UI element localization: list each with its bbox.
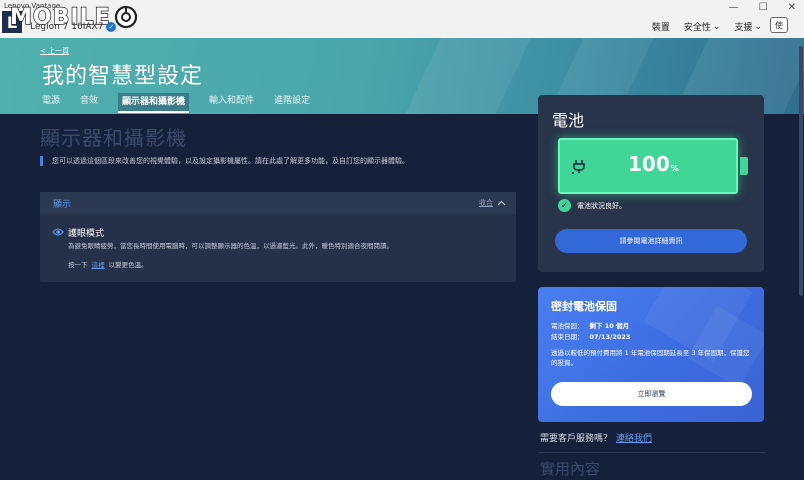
- nav-support[interactable]: 支援 ⌄: [734, 20, 762, 34]
- display-panel-header: 顯示 收合: [40, 192, 516, 214]
- contact-us-link[interactable]: 連絡我們: [616, 434, 652, 444]
- chevron-up-icon: [497, 200, 506, 206]
- top-nav: 裝置 安全性 ⌄ 支援 ⌄: [652, 20, 762, 34]
- eye-care-description: 為避免眼睛疲勞，當您長時間使用電腦時，可以調整顯示器的色溫，以過濾藍光。此外，暖…: [68, 242, 393, 250]
- nav-security[interactable]: 安全性 ⌄: [683, 20, 721, 34]
- title-bar: Lenovo Vantage L MOBILE Legion 7 16IAX7 …: [0, 0, 804, 38]
- useful-content-title: 實用內容: [540, 460, 601, 478]
- chevron-down-icon: ⌄: [754, 21, 762, 32]
- warranty-remaining: 電池保固： 剩下 10 個月: [551, 320, 629, 330]
- description-accent: [40, 156, 43, 166]
- warranty-value: 剩下 10 個月: [589, 322, 630, 330]
- panel-title: 顯示: [53, 199, 72, 210]
- nav-device[interactable]: 裝置: [652, 20, 670, 33]
- check-icon: ✓: [558, 199, 571, 212]
- tab-input-accessories[interactable]: 輸入和配件: [209, 93, 254, 113]
- nav-security-label: 安全性: [683, 23, 711, 33]
- battery-card: 電池 100 % ✓ 電池狀況良好。 請參閱電池詳細資訊: [538, 95, 764, 272]
- watermark-emblem-icon: [114, 5, 137, 29]
- tab-advanced[interactable]: 進階設定: [274, 93, 310, 113]
- scrollbar[interactable]: [799, 40, 803, 480]
- divider: [538, 452, 766, 453]
- page-title: 我的智慧型設定: [42, 64, 204, 89]
- warranty-card: 密封電池保固 電池保固： 剩下 10 個月 結束日期： 07/13/2023 透過以…: [538, 287, 764, 422]
- battery-percent-unit: %: [670, 164, 679, 173]
- eye-care-link-row: 按一下 這裡 以變更色溫。: [68, 259, 148, 269]
- plug-icon: [572, 160, 585, 174]
- window-controls: — ☐ ✕: [729, 2, 796, 13]
- section-description: 您可以透過這個區段來改善您的視覺體驗，以及設定攝影機屬性。請在此處了解更多功能，…: [52, 157, 409, 165]
- display-panel: 顯示 收合 護眼模式 為避免眼睛疲勞，當您長時間使用電腦時，可以調整顯示器的色溫…: [40, 192, 516, 282]
- device-name: Legion 7 16IAX7 ✓: [30, 22, 117, 32]
- battery-status: ✓ 電池狀況良好。: [558, 199, 626, 212]
- end-date-value: 07/13/2023: [589, 333, 631, 341]
- collapse-label: 收合: [479, 199, 493, 207]
- tab-bar: 電源 音效 顯示器和攝影機 輸入和配件 進階設定: [42, 93, 310, 113]
- eye-icon: [52, 228, 64, 236]
- battery-percentage: 100 %: [628, 152, 679, 176]
- support-question: 需要客戶服務嗎？: [540, 434, 613, 444]
- link-suffix: 以變更色溫。: [108, 261, 148, 269]
- end-date-label: 結束日期：: [551, 333, 584, 341]
- battery-status-text: 電池狀況良好。: [577, 201, 626, 210]
- user-avatar[interactable]: 使: [770, 17, 788, 33]
- scrollbar-thumb[interactable]: [799, 46, 803, 296]
- link-prefix: 按一下: [68, 261, 88, 269]
- tab-power[interactable]: 電源: [42, 93, 60, 113]
- nav-device-label: 裝置: [651, 23, 670, 33]
- nav-support-label: 支援: [734, 23, 753, 33]
- color-temperature-link[interactable]: 這裡: [92, 261, 105, 269]
- eye-care-title: 護眼模式: [68, 229, 105, 239]
- minimize-button[interactable]: —: [729, 2, 739, 13]
- battery-details-button[interactable]: 請參閱電池詳細資訊: [555, 229, 747, 253]
- hero-decoration: [389, 38, 541, 114]
- back-link[interactable]: < 上一頁: [40, 46, 69, 56]
- browse-now-button[interactable]: 立即瀏覽: [551, 382, 752, 406]
- maximize-button[interactable]: ☐: [759, 2, 768, 13]
- battery-title: 電池: [552, 111, 585, 130]
- verified-check-icon: ✓: [106, 22, 117, 32]
- battery-percent-value: 100: [628, 152, 670, 176]
- device-name-text: Legion 7 16IAX7: [30, 22, 104, 32]
- warranty-label: 電池保固：: [551, 322, 584, 330]
- battery-level-graphic: 100 %: [558, 138, 738, 194]
- warranty-paragraph: 透過以較低的預付費用將 1 年電池保固期延長至 3 年保固期，保護您的投資。: [551, 349, 750, 367]
- warranty-title: 密封電池保固: [551, 300, 617, 313]
- tab-display-camera[interactable]: 顯示器和攝影機: [118, 93, 190, 113]
- warranty-end-date: 結束日期： 07/13/2023: [551, 331, 630, 341]
- support-line: 需要客戶服務嗎？ 連絡我們: [540, 431, 652, 444]
- tab-audio[interactable]: 音效: [80, 93, 98, 113]
- battery-terminal: [740, 157, 748, 175]
- chevron-down-icon: ⌄: [712, 21, 721, 32]
- section-title: 顯示器和攝影機: [40, 126, 187, 150]
- close-button[interactable]: ✕: [788, 2, 796, 13]
- collapse-toggle[interactable]: 收合: [479, 198, 506, 208]
